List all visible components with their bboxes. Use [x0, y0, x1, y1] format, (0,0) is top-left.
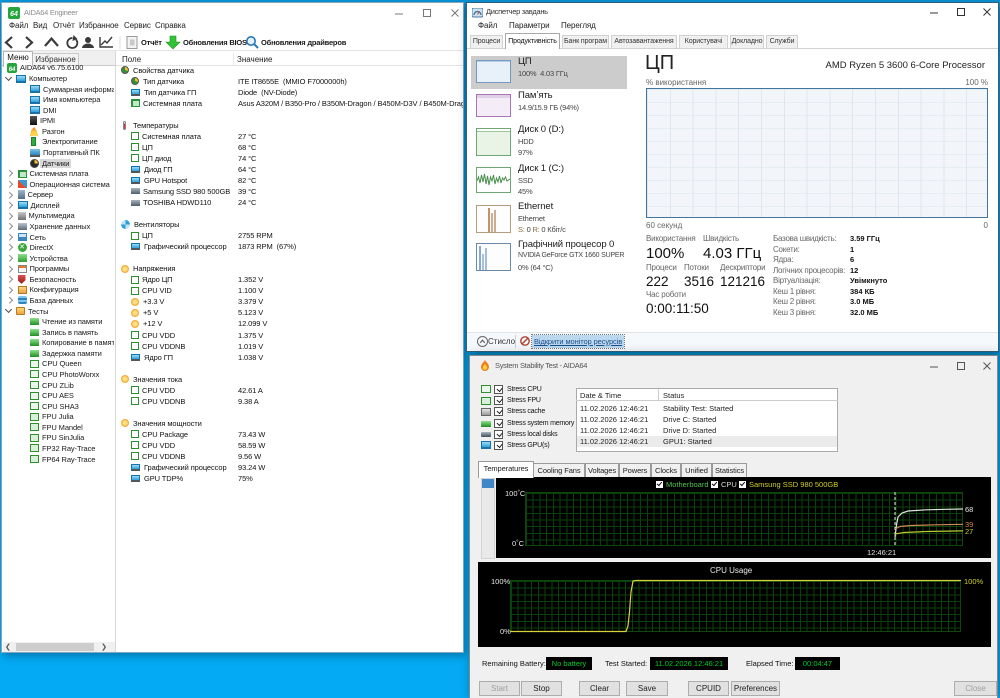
svg-text:64: 64	[9, 67, 16, 73]
svg-text:64: 64	[10, 11, 18, 18]
